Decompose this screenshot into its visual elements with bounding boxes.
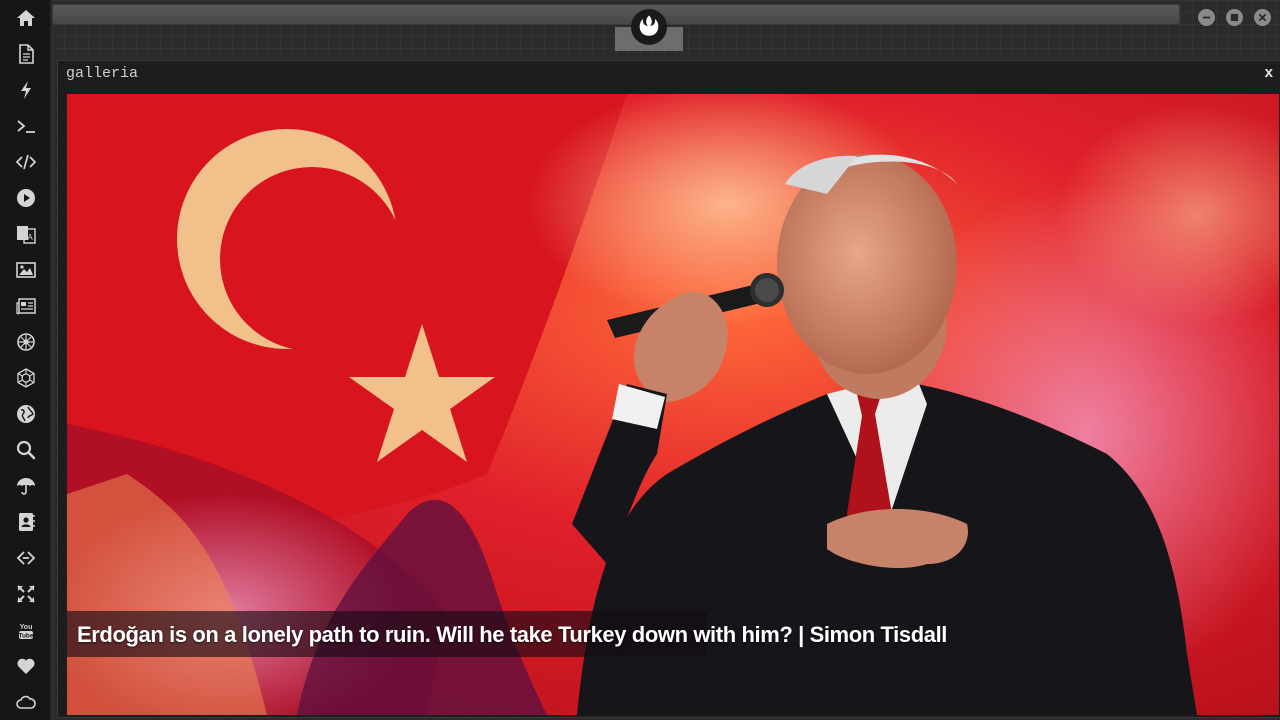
- app-launcher-sidebar: A You Tube: [0, 0, 52, 720]
- search-icon[interactable]: [13, 437, 39, 463]
- translate-icon[interactable]: A: [13, 221, 39, 247]
- document-icon[interactable]: [13, 41, 39, 67]
- svg-text:You: You: [20, 624, 33, 631]
- heart-icon[interactable]: [13, 653, 39, 679]
- expand-icon[interactable]: [13, 581, 39, 607]
- cloud-icon[interactable]: [13, 689, 39, 715]
- top-bar[interactable]: [52, 4, 1180, 25]
- svg-text:Tube: Tube: [18, 633, 33, 640]
- globe-icon[interactable]: [13, 401, 39, 427]
- photo-caption: Erdoğan is on a lonely path to ruin. Wil…: [77, 622, 947, 647]
- empire-icon[interactable]: [13, 365, 39, 391]
- window-title: galleria: [66, 65, 139, 82]
- minimize-icon[interactable]: [1198, 9, 1215, 26]
- gallery-window: galleria x Erdoğan is on a lonely path t…: [57, 60, 1280, 718]
- contact-book-icon[interactable]: [13, 509, 39, 535]
- umbrella-icon[interactable]: [13, 473, 39, 499]
- close-icon[interactable]: [1254, 9, 1271, 26]
- newspaper-icon[interactable]: [13, 293, 39, 319]
- youtube-icon[interactable]: You Tube: [13, 617, 39, 643]
- lightning-icon[interactable]: [13, 77, 39, 103]
- code-icon[interactable]: [13, 149, 39, 175]
- play-icon[interactable]: [13, 185, 39, 211]
- connection-icon[interactable]: [13, 545, 39, 571]
- svg-text:A: A: [27, 233, 33, 242]
- home-icon[interactable]: [13, 5, 39, 31]
- image-icon[interactable]: [13, 257, 39, 283]
- window-close-button[interactable]: x: [1265, 64, 1273, 81]
- jedi-order-icon[interactable]: [13, 329, 39, 355]
- terminal-icon[interactable]: [13, 113, 39, 139]
- maximize-icon[interactable]: [1226, 9, 1243, 26]
- rebel-alliance-icon[interactable]: [631, 9, 667, 45]
